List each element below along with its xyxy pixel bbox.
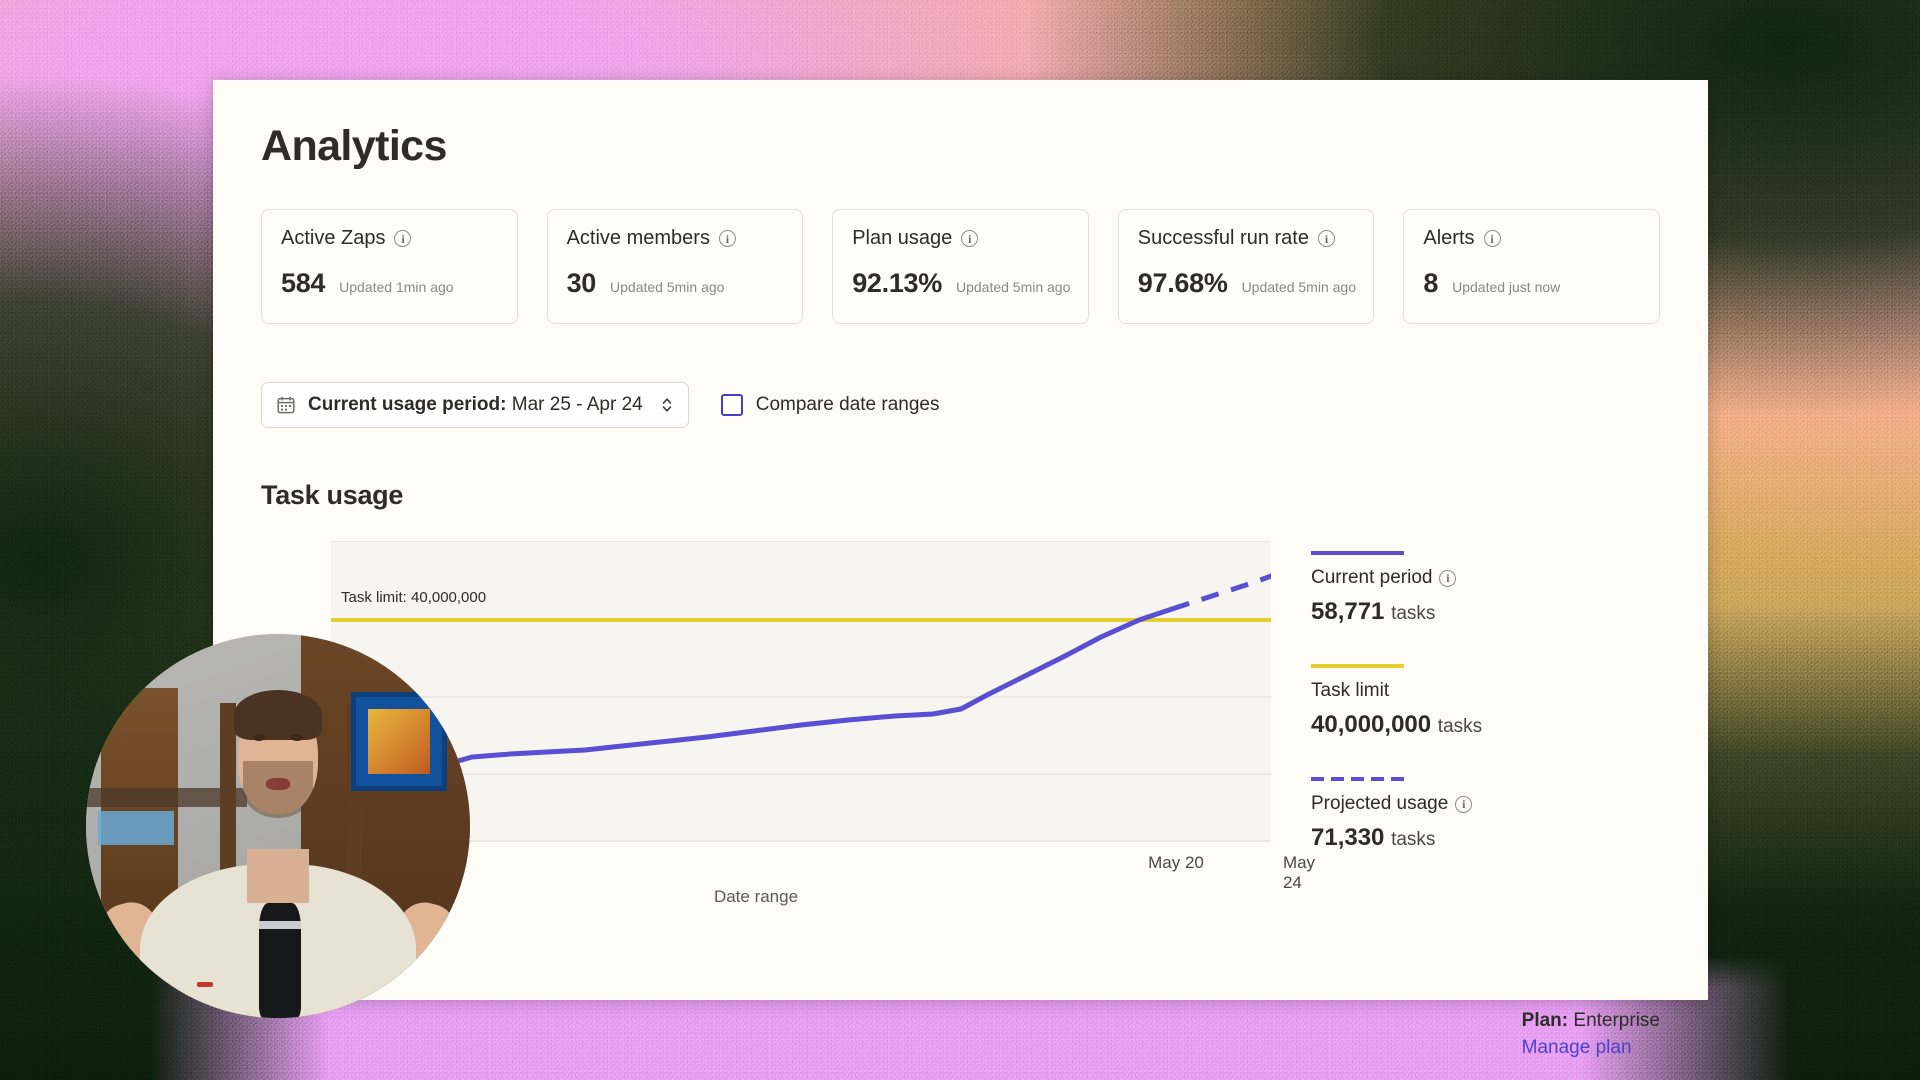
- x-tick-label: May 20: [1148, 853, 1204, 872]
- legend-item-task-limit: Task limit 40,000,000 tasks: [1311, 664, 1511, 739]
- info-icon[interactable]: i: [961, 230, 979, 247]
- webcam-person-neck: [247, 849, 309, 903]
- stat-value: 584: [281, 268, 326, 298]
- plan-label: Plan:: [1521, 1010, 1569, 1031]
- chart-task-limit-annotation: Task limit: 40,000,000: [341, 589, 487, 606]
- legend-name: Current period: [1311, 567, 1433, 588]
- legend-value-number: 40,000,000: [1311, 711, 1432, 738]
- info-icon[interactable]: i: [394, 230, 412, 247]
- legend-value-unit: tasks: [1391, 829, 1436, 850]
- webcam-background-picture-frame: [350, 691, 447, 792]
- calendar-icon: [276, 395, 296, 415]
- legend-name: Task limit: [1311, 680, 1390, 701]
- webcam-person-mouth: [266, 778, 290, 791]
- legend-value: 40,000,000 tasks: [1311, 711, 1511, 739]
- webcam-person-eye: [253, 733, 265, 741]
- webcam-picture-art: [368, 709, 430, 774]
- legend-value: 58,771 tasks: [1311, 598, 1511, 626]
- date-range-text: Current usage period: Mar 25 - Apr 24: [308, 394, 643, 416]
- info-icon[interactable]: i: [1439, 569, 1457, 587]
- legend-item-current-period: Current period i 58,771 tasks: [1311, 551, 1511, 626]
- stat-updated: Updated 5min ago: [955, 279, 1071, 295]
- section-title-task-usage: Task usage: [261, 480, 404, 510]
- stat-value: 8: [1423, 268, 1439, 298]
- controls-row: Current usage period: Mar 25 - Apr 24 Co…: [261, 382, 1660, 428]
- webcam-video-overlay: [86, 634, 470, 1018]
- stat-card-active-zaps: Active Zaps i 584 Updated 1min ago: [261, 209, 518, 324]
- webcam-background-object: [97, 810, 175, 846]
- stat-card-active-members: Active members i 30 Updated 5min ago: [546, 209, 804, 324]
- legend-swatch-dashed-purple: [1311, 777, 1404, 781]
- stat-updated: Updated 5min ago: [610, 279, 725, 295]
- chart-legend-grid: Current period i 58,771 tasks Task limit…: [1311, 551, 1660, 852]
- stat-label: Plan usage: [852, 227, 953, 249]
- webcam-person-hair: [233, 689, 323, 740]
- chart-region: Task limit: 40,000,000 May 20 May 24 Dat…: [261, 541, 1660, 1058]
- legend-value-number: 58,771: [1311, 598, 1385, 625]
- stat-value: 97.68%: [1137, 268, 1228, 298]
- legend-item-projected-usage: Projected usage i 71,330 tasks: [1311, 777, 1511, 852]
- stat-label: Successful run rate: [1137, 227, 1309, 249]
- info-icon[interactable]: i: [1483, 230, 1501, 247]
- stat-label: Active members: [566, 227, 710, 249]
- legend-value: 71,330 tasks: [1311, 824, 1511, 852]
- legend-value-unit: tasks: [1437, 716, 1483, 737]
- compare-date-ranges-checkbox[interactable]: [720, 394, 743, 416]
- stat-card-plan-usage: Plan usage i 92.13% Updated 5min ago: [832, 209, 1089, 324]
- stat-label: Active Zaps: [281, 227, 386, 249]
- webcam-background-shelf-left: [101, 687, 179, 926]
- chart-series-projected-usage: [1171, 573, 1271, 612]
- chart-plot-area[interactable]: Task limit: 40,000,000: [331, 541, 1271, 842]
- stat-value: 30: [566, 268, 597, 298]
- stat-updated: Updated 5min ago: [1241, 279, 1356, 295]
- date-range-value: Mar 25 - Apr 24: [511, 394, 643, 415]
- compare-date-ranges-control[interactable]: Compare date ranges: [720, 394, 940, 416]
- legend-swatch-solid-purple: [1311, 551, 1404, 555]
- legend-value-number: 71,330: [1311, 824, 1385, 851]
- chart-svg: [331, 573, 1271, 842]
- compare-date-ranges-label: Compare date ranges: [755, 394, 940, 415]
- webcam-person-eye: [291, 733, 303, 741]
- legend-swatch-solid-yellow: [1311, 664, 1404, 668]
- info-icon[interactable]: i: [1317, 230, 1335, 247]
- plan-block: Plan: Enterprise Manage plan: [1522, 1010, 1660, 1059]
- legend-name: Projected usage: [1311, 793, 1449, 814]
- info-icon[interactable]: i: [718, 230, 736, 247]
- webcam-shirt-logo: [197, 981, 213, 988]
- plan-name: Enterprise: [1573, 1010, 1660, 1031]
- webcam-microphone-band: [258, 921, 302, 930]
- stat-updated: Updated just now: [1452, 279, 1561, 295]
- webcam-microphone: [258, 902, 302, 1018]
- chart-legend-panel: Current period i 58,771 tasks Task limit…: [1271, 541, 1660, 1058]
- chart-gridlines: [331, 696, 1271, 842]
- stat-updated: Updated 1min ago: [339, 279, 454, 295]
- date-range-select[interactable]: Current usage period: Mar 25 - Apr 24: [261, 382, 689, 428]
- legend-value-unit: tasks: [1391, 603, 1436, 624]
- page-title: Analytics: [261, 122, 447, 170]
- chart-x-axis-ticks: May 20 May 24: [331, 841, 1315, 892]
- plan-line: Plan: Enterprise: [1522, 1010, 1660, 1032]
- chevron-up-down-icon[interactable]: [659, 394, 675, 416]
- stat-card-successful-run-rate: Successful run rate i 97.68% Updated 5mi…: [1117, 209, 1375, 324]
- date-range-label: Current usage period:: [308, 394, 507, 415]
- stat-label: Alerts: [1423, 227, 1475, 249]
- manage-plan-link[interactable]: Manage plan: [1522, 1037, 1660, 1059]
- stat-card-alerts: Alerts i 8 Updated just now: [1403, 209, 1660, 324]
- stat-value: 92.13%: [852, 268, 942, 298]
- stat-cards-row: Active Zaps i 584 Updated 1min ago Activ…: [261, 209, 1660, 324]
- info-icon[interactable]: i: [1455, 795, 1473, 813]
